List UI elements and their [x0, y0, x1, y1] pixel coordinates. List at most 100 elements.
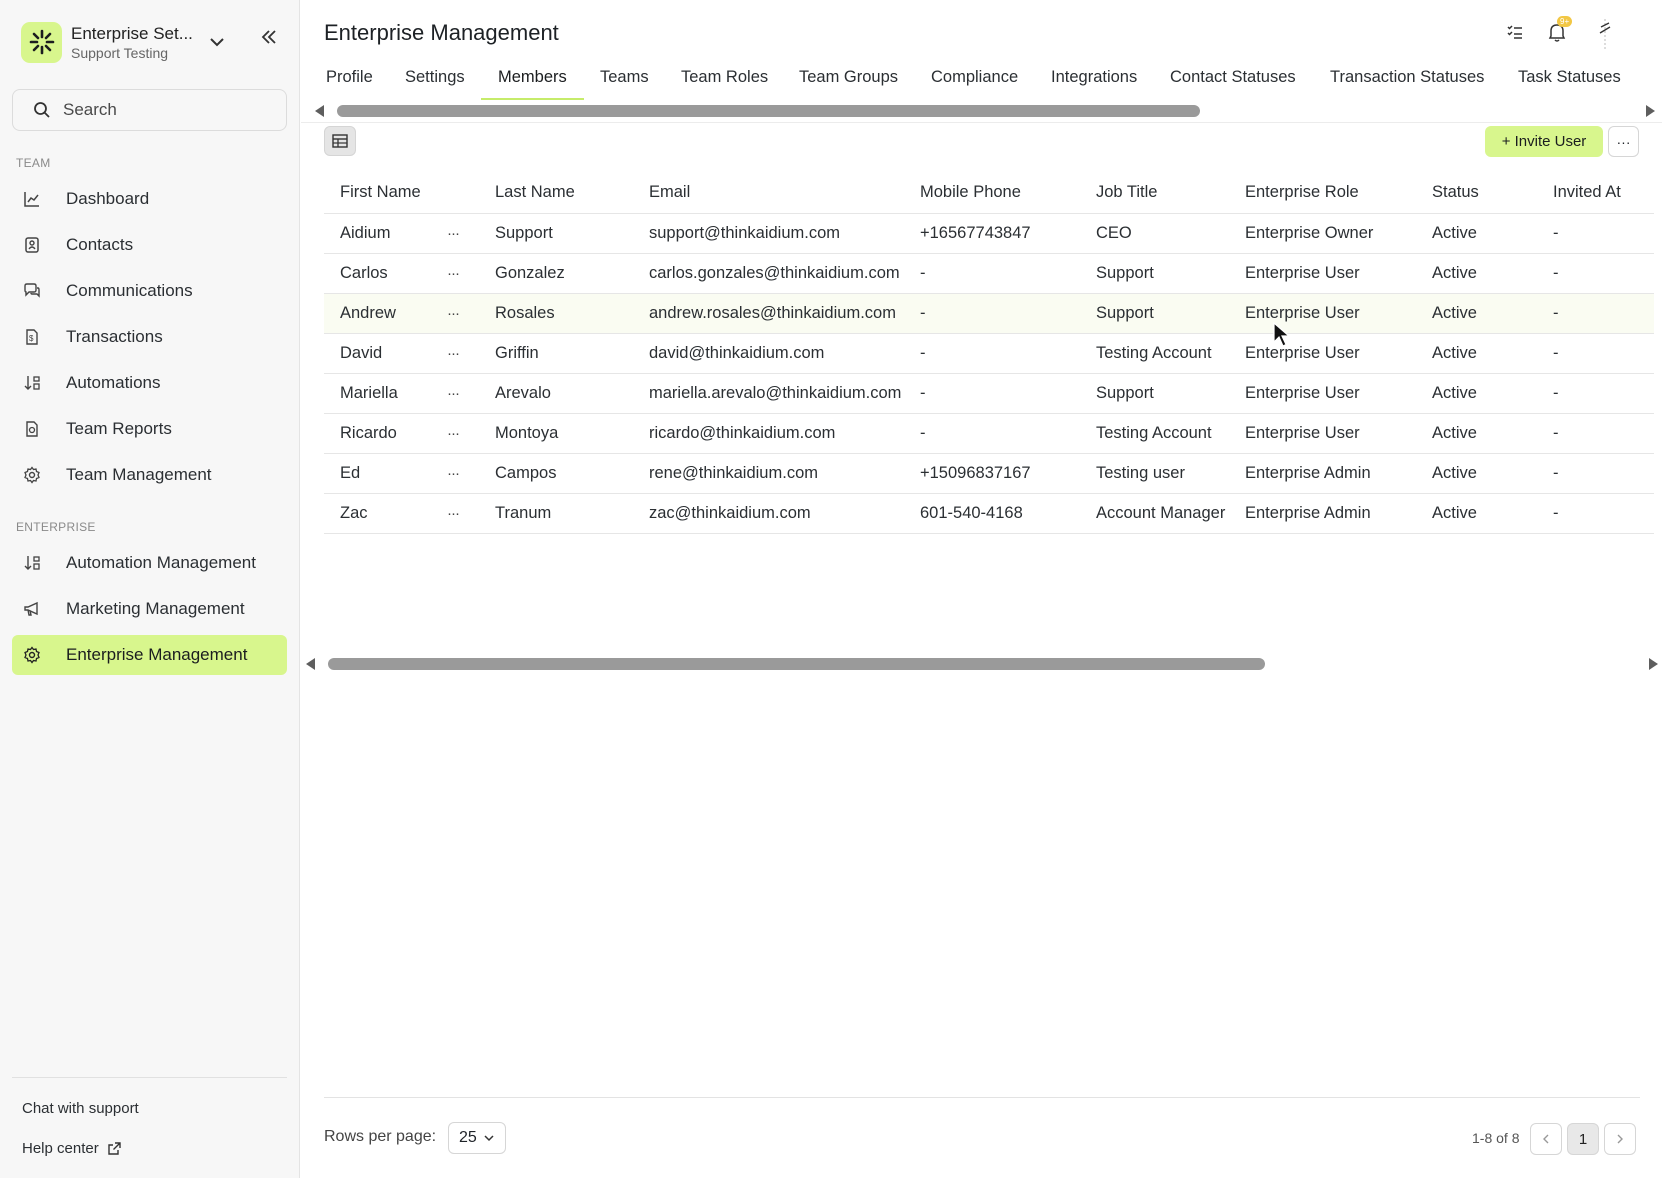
col-status[interactable]: Status — [1416, 173, 1537, 213]
sidebar-item-marketing-management[interactable]: Marketing Management — [12, 589, 287, 629]
report-icon — [22, 419, 42, 439]
sidebar-item-automation-management[interactable]: Automation Management — [12, 543, 287, 583]
scroll-right-icon[interactable] — [1646, 105, 1655, 117]
table-cell: David ··· — [324, 332, 479, 373]
page-button-current[interactable]: 1 — [1567, 1123, 1599, 1155]
sidebar-item-dashboard[interactable]: Dashboard — [12, 179, 287, 219]
pagination-range: 1-8 of 8 — [1472, 1130, 1520, 1146]
table-cell: ricardo@thinkaidium.com — [633, 412, 904, 453]
main-content: Enterprise Management 9+ Profile Setting… — [301, 0, 1662, 1178]
table-cell: - — [1537, 492, 1654, 534]
scroll-thumb[interactable] — [328, 658, 1265, 670]
workspace-switcher[interactable]: Enterprise Set... Support Testing — [21, 20, 286, 64]
svg-text:$: $ — [29, 334, 34, 343]
chevron-down-icon[interactable] — [207, 32, 227, 52]
col-invited-at[interactable]: Invited At — [1537, 173, 1654, 213]
tab-members[interactable]: Members — [481, 68, 584, 100]
scroll-thumb[interactable] — [337, 105, 1200, 117]
chat-support-label: Chat with support — [22, 1100, 139, 1117]
row-menu-icon[interactable]: ··· — [447, 385, 460, 402]
search-input[interactable] — [63, 100, 283, 120]
sidebar-item-automations[interactable]: Automations — [12, 363, 287, 403]
col-last-name[interactable]: Last Name — [479, 173, 633, 213]
next-page-button[interactable] — [1604, 1123, 1636, 1155]
tab-profile[interactable]: Profile — [326, 68, 373, 100]
table-cell: - — [1537, 412, 1654, 453]
tab-compliance[interactable]: Compliance — [931, 68, 1018, 100]
table-cell: Tranum — [479, 492, 633, 534]
sidebar-item-enterprise-management[interactable]: Enterprise Management — [12, 635, 287, 675]
table-scrollbar[interactable] — [306, 655, 1658, 671]
table-row[interactable]: David ··· Griffin david@thinkaidium.com - Tes… — [324, 332, 1654, 373]
cell-text: Andrew — [340, 303, 396, 322]
table-row[interactable]: Andrew ··· Rosales andrew.rosales@thinkaidi… — [324, 292, 1654, 333]
table-cell: - — [1537, 292, 1654, 333]
search-box[interactable] — [12, 89, 287, 131]
col-email[interactable]: Email — [633, 173, 904, 213]
more-options-button[interactable]: ··· — [1608, 126, 1639, 157]
notification-bell-icon[interactable]: 9+ — [1545, 16, 1573, 46]
row-menu-icon[interactable]: ··· — [447, 505, 460, 522]
col-enterprise-role[interactable]: Enterprise Role — [1229, 173, 1416, 213]
divider — [301, 122, 1662, 123]
table-row[interactable]: Aidium ··· Support support@thinkaidium.com +… — [324, 212, 1654, 253]
row-menu-icon[interactable]: ··· — [447, 425, 460, 442]
table-cell: CEO — [1080, 212, 1229, 253]
table-row[interactable]: Carlos ··· Gonzalez carlos.gonzales@thinkai… — [324, 252, 1654, 293]
workspace-subtitle: Support Testing — [71, 44, 169, 61]
sidebar-item-team-reports[interactable]: Team Reports — [12, 409, 287, 449]
scroll-right-icon[interactable] — [1649, 658, 1658, 670]
invite-user-button[interactable]: + Invite User — [1485, 126, 1603, 157]
table-cell: rene@thinkaidium.com — [633, 452, 904, 493]
tab-transaction-statuses[interactable]: Transaction Statuses — [1330, 68, 1484, 100]
table-cell: Enterprise Admin — [1229, 452, 1416, 493]
user-avatar-icon[interactable] — [1596, 17, 1614, 49]
table-view-toggle[interactable] — [324, 126, 356, 156]
tabs-scrollbar[interactable] — [315, 102, 1655, 118]
sidebar-item-contacts[interactable]: Contacts — [12, 225, 287, 265]
table-cell: Support — [479, 212, 633, 253]
sidebar-item-team-management[interactable]: Team Management — [12, 455, 287, 495]
help-center-link[interactable]: Help center — [22, 1140, 122, 1157]
tab-settings[interactable]: Settings — [405, 68, 465, 100]
table-row[interactable]: Zac ··· Tranum zac@thinkaidium.com 601-540-4… — [324, 492, 1654, 534]
cell-text: Mariella — [340, 383, 398, 402]
prev-page-button[interactable] — [1530, 1123, 1562, 1155]
tab-integrations[interactable]: Integrations — [1051, 68, 1137, 100]
sidebar-item-transactions[interactable]: $ Transactions — [12, 317, 287, 357]
cell-text: David — [340, 343, 383, 362]
row-menu-icon[interactable]: ··· — [447, 305, 460, 322]
tab-teams[interactable]: Teams — [600, 68, 649, 100]
tab-team-groups[interactable]: Team Groups — [799, 68, 898, 100]
tab-team-roles[interactable]: Team Roles — [681, 68, 768, 100]
gear-icon — [22, 645, 42, 665]
chat-with-support-link[interactable]: Chat with support — [22, 1100, 139, 1117]
cell-text: Carlos — [340, 263, 388, 282]
row-menu-icon[interactable]: ··· — [447, 225, 460, 242]
col-mobile-phone[interactable]: Mobile Phone — [904, 173, 1080, 213]
row-menu-icon[interactable]: ··· — [447, 465, 460, 482]
table-row[interactable]: Ricardo ··· Montoya ricardo@thinkaidium.com… — [324, 412, 1654, 453]
rows-per-page-select[interactable]: 25 — [448, 1122, 506, 1154]
row-menu-icon[interactable]: ··· — [447, 345, 460, 362]
table-cell: Account Manager — [1080, 492, 1229, 534]
help-center-label: Help center — [22, 1140, 99, 1157]
tab-label: Profile — [326, 68, 373, 86]
table-row[interactable]: Ed ··· Campos rene@thinkaidium.com +15096837… — [324, 452, 1654, 493]
page-title: Enterprise Management — [324, 20, 559, 45]
table-cell: Rosales — [479, 292, 633, 333]
tab-task-statuses[interactable]: Task Statuses — [1518, 68, 1621, 100]
col-first-name[interactable]: First Name — [324, 173, 479, 213]
col-job-title[interactable]: Job Title — [1080, 173, 1229, 213]
scroll-left-icon[interactable] — [306, 658, 315, 670]
tab-contact-statuses[interactable]: Contact Statuses — [1170, 68, 1296, 100]
table-row[interactable]: Mariella ··· Arevalo mariella.arevalo@think… — [324, 372, 1654, 413]
task-list-icon[interactable] — [1506, 22, 1524, 48]
rows-per-page-label: Rows per page: — [324, 1128, 437, 1145]
scroll-left-icon[interactable] — [315, 105, 324, 117]
row-menu-icon[interactable]: ··· — [447, 265, 460, 282]
workspace-name: Enterprise Set... — [71, 23, 193, 43]
sidebar-item-communications[interactable]: Communications — [12, 271, 287, 311]
collapse-sidebar-icon[interactable] — [260, 28, 280, 48]
sidebar-item-label: Communications — [66, 281, 193, 300]
